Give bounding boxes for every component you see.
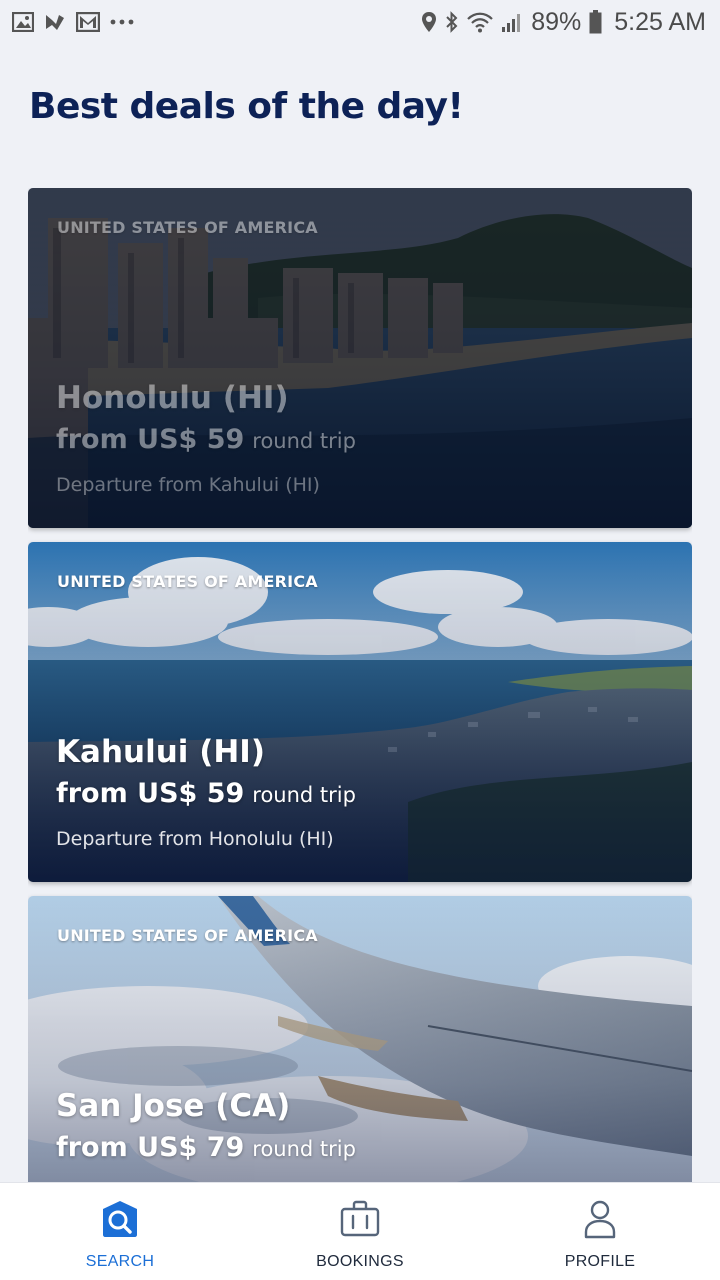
nav-tab-search[interactable]: SEARCH [0,1183,240,1280]
deal-departure: Departure from Honolulu (HI) [56,828,334,850]
search-icon [100,1199,140,1239]
deal-departure: Departure from Kahului (HI) [56,474,320,496]
deal-country: UNITED STATES OF AMERICA [57,926,318,945]
deal-trip-type: round trip [252,429,356,453]
person-icon [580,1199,620,1239]
deal-trip-type: round trip [252,783,356,807]
wifi-icon [467,11,493,33]
more-notifications-icon [110,18,136,26]
deal-price: from US$ 59 [56,424,245,455]
deal-destination: Kahului (HI) [56,734,266,770]
nav-label: PROFILE [564,1253,636,1270]
notification-icons [12,12,136,32]
deal-price-row: from US$ 59 round trip [56,778,356,809]
deal-price-row: from US$ 59 round trip [56,424,356,455]
bottom-navigation: SEARCH BOOKINGS PROFILE [0,1182,720,1280]
nav-tab-profile[interactable]: PROFILE [480,1183,720,1280]
gmail-icon [76,12,100,32]
nav-label: BOOKINGS [316,1253,404,1270]
deal-country: UNITED STATES OF AMERICA [57,572,318,591]
missed-call-icon [44,12,66,32]
suitcase-icon [340,1199,380,1239]
deal-destination: San Jose (CA) [56,1088,291,1124]
nav-tab-bookings[interactable]: BOOKINGS [240,1183,480,1280]
deal-trip-type: round trip [252,1137,356,1161]
deal-card-kahului[interactable]: UNITED STATES OF AMERICA Kahului (HI) fr… [28,542,692,882]
deal-price: from US$ 79 [56,1132,245,1163]
system-icons: 89% 5:25 AM [421,8,706,37]
page-title: Best deals of the day! [29,86,464,127]
deal-destination: Honolulu (HI) [56,380,289,416]
gallery-icon [12,12,34,32]
deal-price: from US$ 59 [56,778,245,809]
clock: 5:25 AM [614,7,706,36]
battery-percentage: 89% [531,7,582,36]
signal-icon [501,11,523,33]
deal-card-honolulu[interactable]: UNITED STATES OF AMERICA Honolulu (HI) f… [28,188,692,528]
deal-country: UNITED STATES OF AMERICA [57,218,318,237]
deal-card-san-jose[interactable]: UNITED STATES OF AMERICA San Jose (CA) f… [28,896,692,1182]
nav-label: SEARCH [85,1253,155,1270]
deal-price-row: from US$ 79 round trip [56,1132,356,1163]
deals-list[interactable]: UNITED STATES OF AMERICA Honolulu (HI) f… [28,188,692,1182]
status-bar: 89% 5:25 AM [0,0,720,44]
bluetooth-icon [445,11,459,33]
location-icon [421,11,437,33]
battery-icon [589,10,602,34]
